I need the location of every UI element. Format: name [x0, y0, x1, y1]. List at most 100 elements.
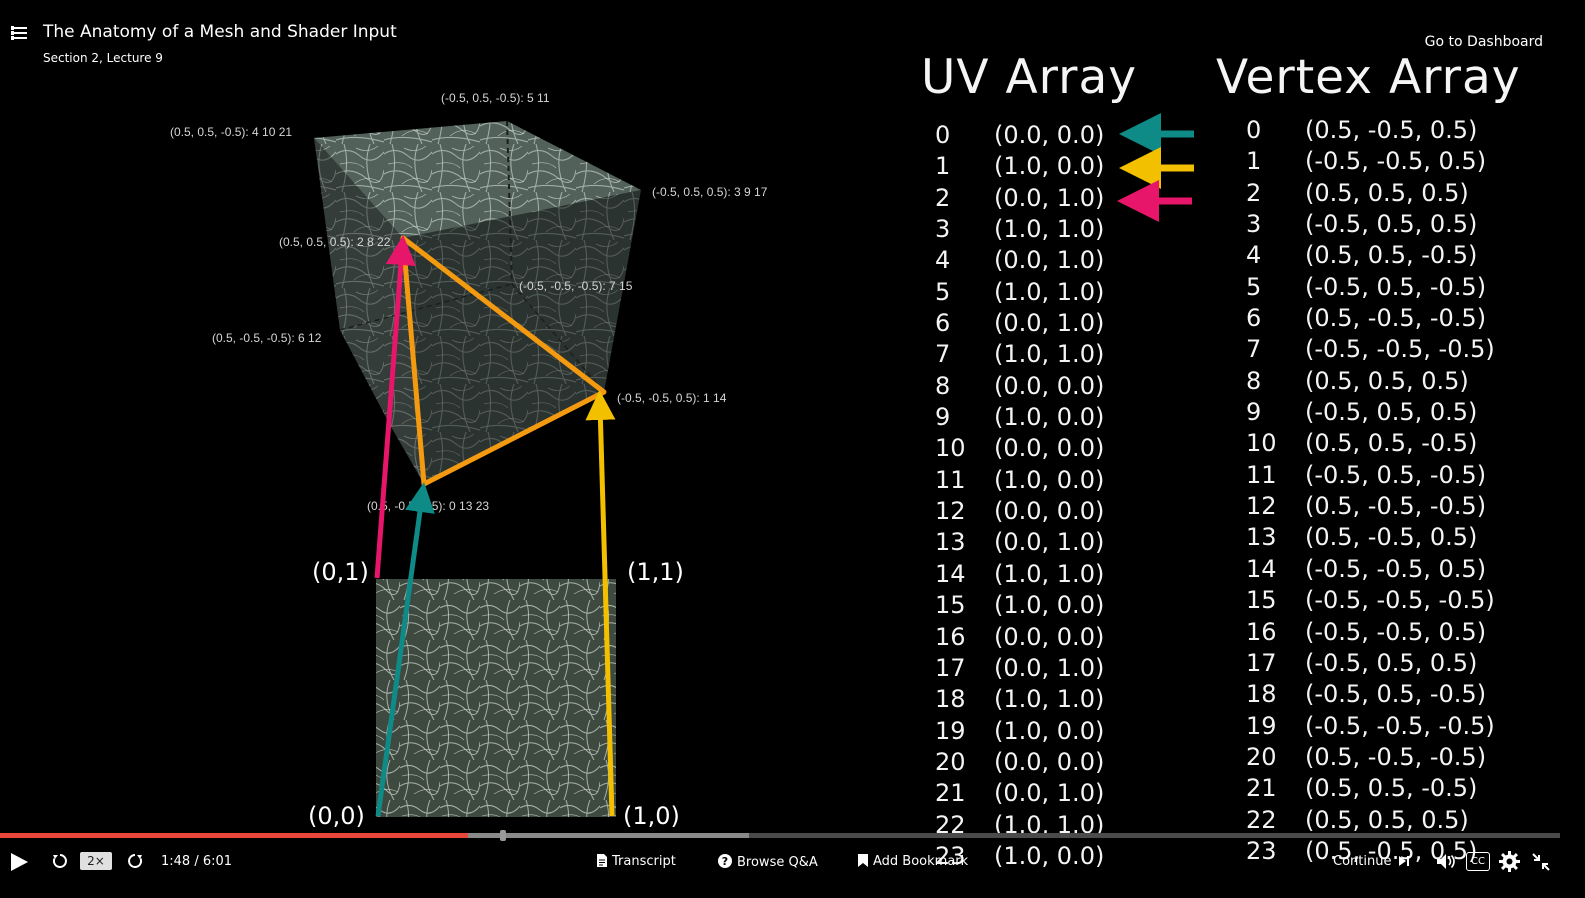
array-row-cell: (1.0, 0.0) — [994, 465, 1105, 494]
array-row-cell: (0.5, 0.5, -0.5) — [1305, 241, 1478, 270]
exit-fullscreen-icon[interactable] — [1531, 852, 1551, 872]
array-row-cell: 9 — [935, 403, 951, 432]
array-row-cell: (0.5, 0.5, 0.5) — [1305, 366, 1469, 395]
transcript-button[interactable]: Transcript — [597, 854, 676, 869]
rewind-icon[interactable] — [52, 853, 68, 869]
playback-speed-button[interactable]: 2× — [80, 852, 112, 870]
array-row-cell: 12 — [935, 497, 966, 526]
array-row-cell: 1 — [1246, 147, 1262, 176]
array-row-cell: 5 — [935, 277, 951, 306]
array-row-cell: (0.0, 0.0) — [994, 497, 1105, 526]
array-row-cell: (1.0, 1.0) — [994, 277, 1105, 306]
array-row-cell: (1.0, 1.0) — [994, 215, 1105, 244]
uv-array-title: UV Array — [921, 50, 1138, 105]
time-readout: 1:48 / 6:01 — [161, 854, 233, 869]
array-row-cell: 21 — [935, 779, 966, 808]
array-row-cell: 14 — [935, 559, 966, 588]
uv-corner-label: (1,0) — [623, 802, 680, 830]
array-row-cell: (1.0, 1.0) — [994, 340, 1105, 369]
array-row-cell: (0.0, 0.0) — [994, 747, 1105, 776]
vertex-label: (-0.5, -0.5, 0.5): 1 14 — [617, 391, 727, 405]
question-icon: ? — [718, 854, 732, 868]
cube-front-face — [403, 190, 641, 484]
array-row-cell: 2 — [935, 183, 951, 212]
array-row-cell: 16 — [935, 622, 966, 651]
array-row-cell: 18 — [935, 685, 966, 714]
array-row-cell: 17 — [935, 653, 966, 682]
array-row-cell: 16 — [1246, 617, 1277, 646]
array-row-cell: (-0.5, 0.5, -0.5) — [1305, 272, 1487, 301]
play-icon[interactable] — [11, 853, 28, 871]
uv-texture-square — [376, 579, 616, 817]
transcript-label: Transcript — [612, 854, 676, 869]
array-row-cell: 3 — [935, 215, 951, 244]
svg-text:?: ? — [722, 855, 728, 868]
vertex-index-column: 0 1 2 3 4 5 6 7 8 9 10 11 12 13 14 15 16 17 18 19 20 21 22 23 — [1246, 115, 1277, 867]
array-row-cell: 15 — [1246, 586, 1277, 615]
vertex-label: (0.5, -0.5, -0.5): 6 12 — [212, 331, 322, 345]
array-row-cell: 14 — [1246, 554, 1277, 583]
array-row-cell: (0.0, 1.0) — [994, 528, 1105, 557]
forward-icon[interactable] — [127, 853, 143, 869]
array-row-cell: 8 — [1246, 366, 1262, 395]
array-row-cell: 8 — [935, 371, 951, 400]
progress-scrubber-handle[interactable] — [500, 830, 506, 841]
volume-icon[interactable] — [1437, 853, 1457, 870]
progress-bar[interactable] — [0, 830, 1560, 841]
array-row-cell: 6 — [935, 309, 951, 338]
array-row-cell: (1.0, 0.0) — [994, 716, 1105, 745]
array-row-cell: 7 — [1246, 335, 1262, 364]
vertex-array-title: Vertex Array — [1216, 50, 1521, 105]
uv-corner-label: (1,1) — [627, 558, 684, 586]
array-row-cell: (1.0, 1.0) — [994, 685, 1105, 714]
array-row-cell: 11 — [1246, 460, 1277, 489]
array-row-cell: 9 — [1246, 398, 1262, 427]
array-row-cell: (0.5, -0.5, -0.5) — [1305, 492, 1487, 521]
array-row-cell: 10 — [935, 434, 966, 463]
array-row-cell: (0.5, -0.5, 0.5) — [1305, 523, 1478, 552]
marble-cube — [314, 120, 641, 484]
array-row-cell: 13 — [1246, 523, 1277, 552]
array-row-cell: (0.0, 1.0) — [994, 183, 1105, 212]
array-row-cell: (0.5, 0.5, -0.5) — [1305, 774, 1478, 803]
array-row-cell: 2 — [1246, 178, 1262, 207]
browse-qa-button[interactable]: ? Browse Q&A — [718, 854, 818, 870]
gear-icon[interactable] — [1499, 851, 1520, 872]
array-row-cell: (0.0, 1.0) — [994, 246, 1105, 275]
array-row-cell: (-0.5, 0.5, 0.5) — [1305, 648, 1478, 677]
array-row-cell: (0.0, 1.0) — [994, 779, 1105, 808]
continue-button[interactable]: Continue — [1333, 854, 1409, 869]
array-row-cell: 6 — [1246, 304, 1262, 333]
uv-value-column: (0.0, 0.0) (1.0, 0.0) (0.0, 1.0) (1.0, 1.0)… — [994, 120, 1104, 872]
array-row-cell: 3 — [1246, 210, 1262, 239]
array-row-cell: (0.5, 0.5, 0.5) — [1305, 178, 1469, 207]
closed-captions-icon[interactable]: CC — [1466, 852, 1490, 871]
array-row-cell: (0.0, 1.0) — [994, 309, 1105, 338]
array-row-cell: 18 — [1246, 680, 1277, 709]
array-row-cell: (0.0, 1.0) — [994, 653, 1105, 682]
uv-corner-label: (0,1) — [312, 558, 369, 586]
array-row-cell: 1 — [935, 152, 951, 181]
vertex-label: (-0.5, 0.5, 0.5): 3 9 17 — [652, 185, 768, 199]
array-row-cell: 13 — [935, 528, 966, 557]
array-row-cell: 20 — [935, 747, 966, 776]
array-row-cell: 12 — [1246, 492, 1277, 521]
array-row-cell: (0.5, -0.5, -0.5) — [1305, 742, 1487, 771]
add-bookmark-button[interactable]: Add Bookmark — [858, 854, 968, 869]
array-row-cell: (-0.5, -0.5, 0.5) — [1305, 147, 1487, 176]
array-row-cell: (0.5, 0.5, -0.5) — [1305, 429, 1478, 458]
array-row-cell: (-0.5, -0.5, 0.5) — [1305, 617, 1487, 646]
array-row-cell: (1.0, 0.0) — [994, 591, 1105, 620]
array-row-cell: 11 — [935, 465, 966, 494]
array-row-cell: (1.0, 0.0) — [994, 403, 1105, 432]
browse-qa-label: Browse Q&A — [737, 855, 818, 870]
array-row-cell: (0.5, -0.5, -0.5) — [1305, 304, 1487, 333]
array-row-cell: 15 — [935, 591, 966, 620]
array-row-cell: 0 — [935, 121, 951, 149]
vertex-label: (0.5, 0.5, 0.5): 2 8 22 — [279, 235, 391, 249]
array-row-cell: 0 — [1246, 116, 1262, 144]
add-bookmark-label: Add Bookmark — [873, 854, 969, 869]
skip-next-icon — [1398, 856, 1409, 866]
array-row-cell: (-0.5, -0.5, -0.5) — [1305, 335, 1495, 364]
vertex-label: (0.5, 0.5, -0.5): 4 10 21 — [170, 125, 292, 139]
